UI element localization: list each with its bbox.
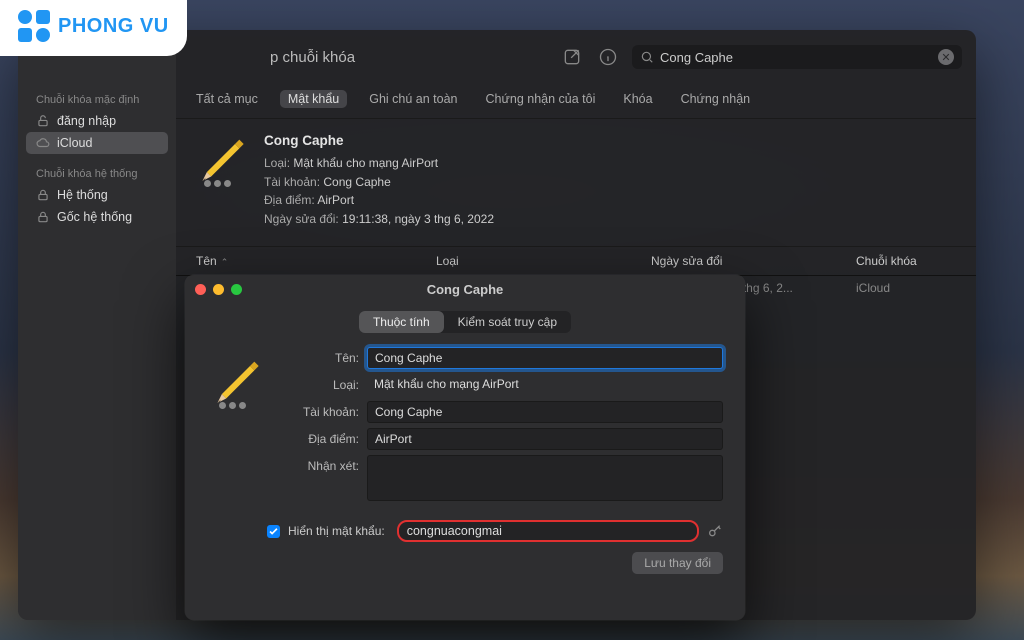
sidebar-item-label: iCloud	[57, 136, 92, 150]
brand-logo: PHONG VU	[0, 0, 187, 56]
detail-name: Cong Caphe	[264, 131, 494, 152]
comment-field[interactable]	[367, 455, 723, 501]
sidebar-item-label: Hệ thống	[57, 188, 108, 202]
tab-keys[interactable]: Khóa	[617, 90, 658, 108]
brand-text: PHONG VU	[58, 15, 169, 38]
item-detail: Cong Caphe Loại: Mật khẩu cho mạng AirPo…	[176, 119, 976, 247]
tab-access-control[interactable]: Kiểm soát truy cập	[444, 311, 571, 333]
lock-icon	[36, 210, 50, 224]
toolbar: p chuỗi khóa ✕	[176, 30, 976, 84]
col-keychain[interactable]: Chuỗi khóa	[856, 251, 956, 271]
lock-icon	[36, 188, 50, 202]
modal-title: Cong Caphe	[185, 282, 745, 297]
cloud-icon	[36, 136, 50, 150]
maximize-icon[interactable]	[231, 284, 242, 295]
sidebar-item-icloud[interactable]: iCloud	[26, 132, 168, 154]
name-field[interactable]: Cong Caphe	[367, 347, 723, 369]
item-inspector-modal: Cong Caphe Thuộc tính Kiểm soát truy cập…	[185, 275, 745, 620]
sidebar-item-login[interactable]: đăng nhập	[26, 110, 168, 132]
col-type[interactable]: Loại	[436, 251, 651, 271]
search-input[interactable]	[660, 50, 932, 65]
window-title: p chuỗi khóa	[270, 49, 355, 66]
col-name[interactable]: Tên⌃	[196, 251, 436, 271]
search-field[interactable]: ✕	[632, 45, 962, 69]
sidebar-item-system[interactable]: Hệ thống	[26, 184, 168, 206]
search-icon	[640, 50, 654, 64]
info-icon[interactable]	[596, 45, 620, 69]
where-field[interactable]: AirPort	[367, 428, 723, 450]
sidebar-heading-system: Chuỗi khóa hệ thống	[26, 164, 168, 184]
show-password-checkbox[interactable]	[267, 525, 280, 538]
close-icon[interactable]	[195, 284, 206, 295]
sidebar-item-system-root[interactable]: Gốc hệ thống	[26, 206, 168, 228]
tab-notes[interactable]: Ghi chú an toàn	[363, 90, 463, 108]
tab-passwords[interactable]: Mật khẩu	[280, 90, 347, 108]
filter-tabs: Tất cả mục Mật khẩu Ghi chú an toàn Chứn…	[176, 84, 976, 119]
password-field[interactable]: congnuacongmai	[397, 520, 699, 542]
key-icon[interactable]	[707, 523, 723, 539]
compose-icon[interactable]	[560, 45, 584, 69]
modal-tabs: Thuộc tính Kiểm soát truy cập	[359, 311, 571, 333]
password-type-icon	[211, 353, 263, 405]
window-controls	[195, 284, 242, 295]
save-button[interactable]: Lưu thay đổi	[632, 552, 723, 574]
sidebar-item-label: Gốc hệ thống	[57, 210, 132, 224]
sidebar: Chuỗi khóa mặc định đăng nhập iCloud Chu…	[18, 30, 176, 620]
sidebar-item-label: đăng nhập	[57, 114, 116, 128]
table-header: Tên⌃ Loại Ngày sửa đổi Chuỗi khóa	[176, 247, 976, 276]
clear-search-icon[interactable]: ✕	[938, 49, 954, 65]
minimize-icon[interactable]	[213, 284, 224, 295]
type-field: Mật khẩu cho mạng AirPort	[367, 374, 723, 396]
password-type-icon	[196, 131, 248, 183]
tab-certs[interactable]: Chứng nhận	[675, 90, 757, 108]
sidebar-heading-default: Chuỗi khóa mặc định	[26, 90, 168, 110]
tab-all[interactable]: Tất cả mục	[190, 90, 264, 108]
tab-attributes[interactable]: Thuộc tính	[359, 311, 444, 333]
tab-my-certs[interactable]: Chứng nhận của tôi	[480, 90, 602, 108]
show-password-label: Hiển thị mật khẩu:	[288, 524, 385, 538]
col-date[interactable]: Ngày sửa đổi	[651, 251, 856, 271]
account-field[interactable]: Cong Caphe	[367, 401, 723, 423]
unlock-icon	[36, 114, 50, 128]
